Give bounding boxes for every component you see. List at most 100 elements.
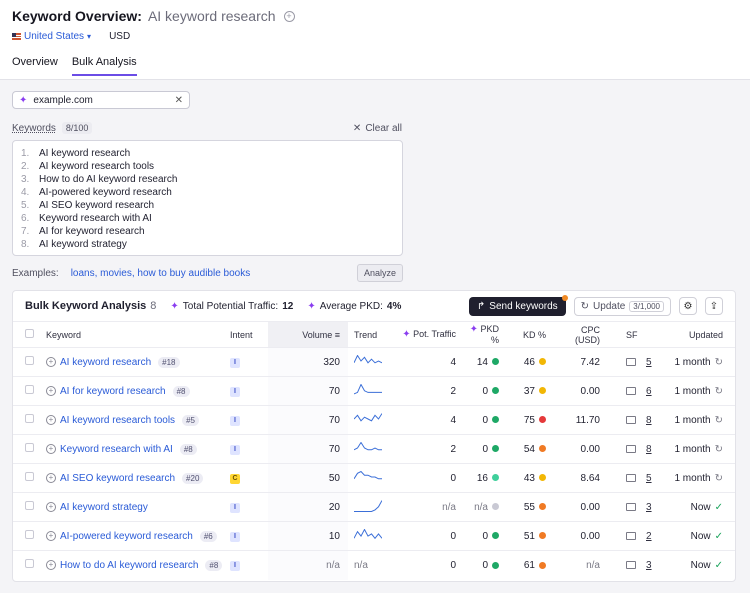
pkd-value: 0 [482,414,488,426]
bulk-analysis-panel: Bulk Keyword Analysis 8 ✦ Total Potentia… [12,290,736,582]
row-checkbox[interactable] [25,385,34,394]
keyword-link[interactable]: AI keyword research [60,357,151,368]
position-badge[interactable]: #20 [182,472,204,484]
update-button[interactable]: ↻ Update 3/1,000 [573,296,671,316]
keywords-textarea[interactable]: 1. AI keyword research 2. AI keyword resear… [12,140,403,256]
col-trend[interactable]: Trend [348,321,400,348]
sf-count[interactable]: 5 [646,473,652,484]
serp-features-icon[interactable] [626,358,636,366]
keyword-line: 3. How to do AI keyword research [21,173,394,186]
row-checkbox[interactable] [25,443,34,452]
domain-input[interactable]: ✦ example.com ✕ [12,91,190,109]
position-badge[interactable]: #18 [158,356,180,368]
keyword-link[interactable]: AI keyword research tools [60,415,175,426]
select-all-checkbox[interactable] [25,329,34,338]
cpc-value: 8.64 [554,463,604,493]
keywords-count-badge: 8/100 [61,122,93,134]
clear-all-button[interactable]: ✕ Clear all [353,123,402,134]
col-updated[interactable]: Updated [654,321,735,348]
row-checkbox[interactable] [25,530,34,539]
col-kd[interactable]: KD % [509,321,554,348]
update-count: 3/1,000 [629,300,664,312]
serp-features-icon[interactable] [626,503,636,511]
row-checkbox[interactable] [25,356,34,365]
col-pot-traffic-label: Pot. Traffic [413,329,456,339]
send-keywords-button[interactable]: ↱ Send keywords [468,294,568,316]
row-checkbox[interactable] [25,414,34,423]
keyword-line-text: AI for keyword research [39,226,145,237]
tab-bulk-analysis[interactable]: Bulk Analysis [71,56,137,76]
col-keyword[interactable]: Keyword [46,321,230,348]
serp-features-icon[interactable] [626,561,636,570]
row-checkbox[interactable] [25,472,34,481]
keyword-link[interactable]: AI keyword strategy [60,502,148,513]
refresh-icon[interactable]: ↻ [715,386,723,397]
volume-value: n/a [268,550,348,580]
refresh-icon[interactable]: ↻ [715,415,723,426]
add-keyword-icon[interactable]: + [46,386,56,396]
col-pkd[interactable]: ✦ PKD % [462,321,509,348]
serp-features-icon[interactable] [626,416,636,424]
sparkle-icon: ✦ [402,329,411,340]
keyword-line-number: 4. [21,187,30,198]
sf-count[interactable]: 8 [646,415,652,426]
tab-overview[interactable]: Overview [12,56,58,76]
position-badge[interactable]: #8 [172,385,190,397]
serp-features-icon[interactable] [626,474,636,482]
region-selector[interactable]: United States ▾ [12,31,91,42]
intent-badge: I [230,503,240,513]
add-keyword-icon[interactable]: + [46,531,56,541]
table-row: + Keyword research with AI #8 I 70 2 0 54 0.00 8 1… [13,434,735,464]
add-keyword-icon[interactable]: + [46,357,56,367]
serp-features-icon[interactable] [626,445,636,453]
sf-count[interactable]: 6 [646,386,652,397]
examples-label: Examples: [12,267,59,279]
col-volume[interactable]: Volume ≡ [268,321,348,348]
sf-count[interactable]: 5 [646,357,652,368]
sf-count[interactable]: 3 [646,560,652,571]
add-keyword-icon[interactable]: + [46,473,56,483]
col-pot-traffic[interactable]: ✦ Pot. Traffic [400,321,462,348]
keyword-line-text: AI SEO keyword research [39,200,155,211]
table-header-row: Keyword Intent Volume ≡ Trend ✦ Pot. Tra… [13,321,735,348]
keyword-link[interactable]: Keyword research with AI [60,444,173,455]
add-keyword-icon[interactable]: + [46,560,56,571]
keyword-link[interactable]: How to do AI keyword research [60,560,198,571]
settings-gear-icon[interactable]: ⚙ [679,297,697,315]
row-checkbox[interactable] [25,559,34,569]
position-badge[interactable]: #5 [182,414,199,426]
add-circle-icon[interactable]: + [283,10,295,22]
chevron-down-icon: ▾ [87,32,92,41]
add-keyword-icon[interactable]: + [46,444,56,454]
refresh-icon: ↻ [580,300,590,312]
close-icon[interactable]: ✕ [175,95,183,106]
refresh-icon[interactable]: ↻ [715,473,723,484]
page-title: Keyword Overview: [12,8,142,24]
position-badge[interactable]: #6 [199,530,217,542]
sf-count[interactable]: 2 [646,531,652,542]
add-keyword-icon[interactable]: + [46,502,56,512]
kd-dot [539,387,546,395]
examples-links[interactable]: loans, movies, how to buy audible books [71,268,251,279]
analyze-button[interactable]: Analyze [356,264,403,282]
export-icon[interactable]: ⇪ [705,297,723,315]
add-keyword-icon[interactable]: + [46,415,56,425]
keyword-link[interactable]: AI SEO keyword research [60,473,175,484]
col-sf[interactable]: SF [604,321,654,348]
keyword-line: 7. AI for keyword research [21,225,394,238]
serp-features-icon[interactable] [626,532,636,540]
position-badge[interactable]: #8 [205,559,223,571]
refresh-icon[interactable]: ↻ [715,357,723,368]
keyword-link[interactable]: AI for keyword research [60,386,166,397]
position-badge[interactable]: #8 [179,443,197,455]
sf-count[interactable]: 8 [646,444,652,455]
pkd-value: n/a [474,501,488,513]
trend-sparkline [353,527,383,539]
col-cpc[interactable]: CPC (USD) [554,321,604,348]
serp-features-icon[interactable] [626,387,636,395]
keyword-link[interactable]: AI-powered keyword research [60,531,193,542]
refresh-icon[interactable]: ↻ [715,444,723,455]
sf-count[interactable]: 3 [646,502,652,513]
col-intent[interactable]: Intent [230,321,268,348]
row-checkbox[interactable] [25,501,34,510]
